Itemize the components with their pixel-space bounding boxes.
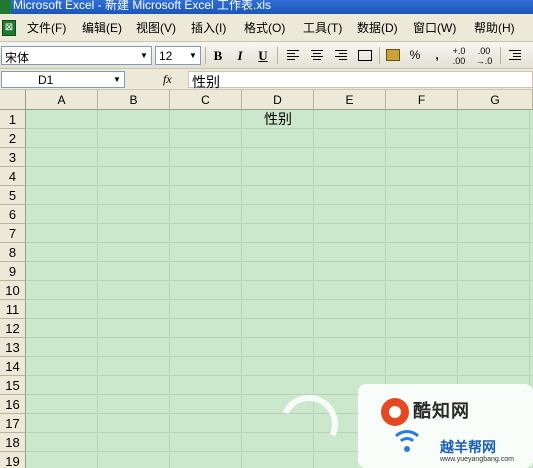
toolbar-separator [277, 47, 278, 64]
align-left-button[interactable] [283, 46, 303, 65]
row-header-17[interactable]: 17 [0, 414, 26, 433]
column-gridline [169, 110, 170, 468]
align-center-icon [311, 50, 323, 61]
currency-button[interactable] [383, 46, 403, 65]
align-right-button[interactable] [331, 46, 351, 65]
row-header-11[interactable]: 11 [0, 300, 26, 319]
formula-input[interactable]: 性别 [188, 71, 533, 90]
column-header-f[interactable]: F [386, 90, 458, 110]
currency-icon [386, 49, 400, 61]
menu-help[interactable]: 帮助(H) [474, 20, 515, 36]
excel-app-icon [0, 0, 11, 14]
row-header-13[interactable]: 13 [0, 338, 26, 357]
menu-data[interactable]: 数据(D) [357, 20, 398, 36]
formula-bar: D1 ▼ fx 性别 [0, 69, 533, 90]
title-bar: Microsoft Excel - 新建 Microsoft Excel 工作表… [0, 0, 533, 14]
row-header-10[interactable]: 10 [0, 281, 26, 300]
row-header-9[interactable]: 9 [0, 262, 26, 281]
increase-decimal-icon: +.0.00 [452, 46, 466, 66]
indent-icon [509, 50, 521, 61]
align-left-icon [287, 50, 299, 61]
merge-icon [358, 50, 372, 61]
decrease-indent-button[interactable] [505, 46, 525, 65]
chevron-down-icon[interactable]: ▼ [110, 72, 124, 87]
menu-insert[interactable]: 插入(I) [191, 20, 226, 36]
formula-value: 性别 [192, 74, 220, 90]
merge-center-button[interactable] [355, 46, 375, 65]
menu-bar: ⊠ 文件(F) 编辑(E) 视图(V) 插入(I) 格式(O) 工具(T) 数据… [0, 14, 533, 42]
increase-decimal-button[interactable]: +.0.00 [449, 46, 469, 66]
font-name-select[interactable]: 宋体 ▼ [1, 46, 152, 65]
underline-button[interactable]: U [253, 46, 273, 65]
name-box-value: D1 [38, 73, 54, 87]
row-header-6[interactable]: 6 [0, 205, 26, 224]
row-header-1[interactable]: 1 [0, 110, 26, 129]
column-header-e[interactable]: E [314, 90, 386, 110]
chevron-down-icon[interactable]: ▼ [137, 47, 151, 64]
menu-format[interactable]: 格式(O) [244, 20, 285, 36]
font-size-select[interactable]: 12 ▼ [155, 46, 201, 65]
row-header-8[interactable]: 8 [0, 243, 26, 262]
menu-file[interactable]: 文件(F) [27, 20, 66, 36]
formatting-toolbar: 宋体 ▼ 12 ▼ B I U % , +.0.00 .00 →.0 [0, 42, 533, 69]
row-header-14[interactable]: 14 [0, 357, 26, 376]
row-header-7[interactable]: 7 [0, 224, 26, 243]
row-header-5[interactable]: 5 [0, 186, 26, 205]
menu-tools[interactable]: 工具(T) [303, 20, 342, 36]
cell-d1[interactable]: 性别 [242, 110, 314, 129]
name-box[interactable]: D1 ▼ [1, 71, 125, 88]
column-header-b[interactable]: B [98, 90, 170, 110]
row-header-12[interactable]: 12 [0, 319, 26, 338]
italic-button[interactable]: I [230, 46, 250, 65]
workbook-icon[interactable]: ⊠ [2, 20, 16, 36]
align-center-button[interactable] [307, 46, 327, 65]
watermark-brand-2: 越羊帮网 [440, 439, 496, 455]
font-name-value: 宋体 [5, 51, 30, 65]
watermark-brand-1: 酷知网 [413, 401, 470, 421]
row-header-16[interactable]: 16 [0, 395, 26, 414]
row-header-3[interactable]: 3 [0, 148, 26, 167]
chevron-down-icon[interactable]: ▼ [186, 47, 200, 64]
menu-edit[interactable]: 编辑(E) [82, 20, 122, 36]
column-gridline [97, 110, 98, 468]
row-header-15[interactable]: 15 [0, 376, 26, 395]
window-title: Microsoft Excel - 新建 Microsoft Excel 工作表… [13, 0, 272, 12]
watermark-url: www.yueyangbang.com [440, 456, 514, 463]
bold-button[interactable]: B [208, 46, 228, 65]
watermark-logo-icon [381, 398, 409, 426]
toolbar-separator [500, 47, 501, 64]
percent-button[interactable]: % [405, 46, 425, 65]
comma-style-button[interactable]: , [427, 46, 447, 65]
row-header-2[interactable]: 2 [0, 129, 26, 148]
wifi-icon [390, 430, 424, 460]
row-header-4[interactable]: 4 [0, 167, 26, 186]
decrease-decimal-icon: .00 →.0 [475, 46, 493, 66]
column-header-d[interactable]: D [242, 90, 314, 110]
row-header-18[interactable]: 18 [0, 433, 26, 452]
font-size-value: 12 [159, 49, 173, 63]
select-all-corner[interactable] [0, 90, 26, 110]
insert-function-button[interactable]: fx [163, 72, 172, 87]
menu-window[interactable]: 窗口(W) [413, 20, 456, 36]
align-right-icon [335, 50, 347, 61]
toolbar-separator [205, 47, 206, 64]
decrease-decimal-button[interactable]: .00 →.0 [474, 46, 494, 66]
menu-view[interactable]: 视图(V) [136, 20, 176, 36]
column-header-a[interactable]: A [26, 90, 98, 110]
column-header-g[interactable]: G [458, 90, 533, 110]
toolbar-separator [379, 47, 380, 64]
column-header-c[interactable]: C [170, 90, 242, 110]
row-header-19[interactable]: 19 [0, 452, 26, 468]
column-gridline [241, 110, 242, 468]
